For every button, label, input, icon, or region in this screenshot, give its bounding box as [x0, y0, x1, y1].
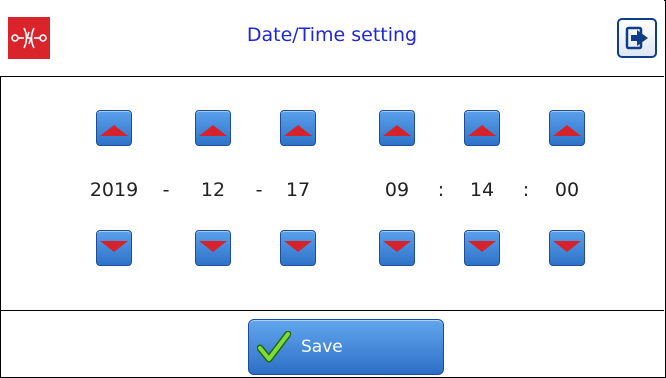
arrow-up-icon [284, 124, 312, 136]
month-value: 12 [200, 179, 226, 201]
header-bar: Date/Time setting [0, 0, 664, 77]
arrow-up-icon [553, 124, 581, 136]
save-button[interactable]: Save [248, 319, 444, 375]
arrow-down-icon [199, 240, 227, 252]
footer-divider [0, 310, 664, 311]
exit-icon [625, 26, 648, 50]
day-value: 17 [285, 179, 311, 201]
second-value: 00 [554, 179, 580, 201]
month-down-button[interactable] [195, 230, 231, 266]
minute-down-button[interactable] [464, 230, 500, 266]
minute-up-button[interactable] [464, 110, 500, 146]
exit-button[interactable] [617, 18, 657, 58]
arrow-down-icon [100, 240, 128, 252]
arrow-up-icon [383, 124, 411, 136]
date-separator: - [162, 179, 170, 201]
day-up-button[interactable] [280, 110, 316, 146]
hour-value: 09 [384, 179, 410, 201]
arrow-up-icon [468, 124, 496, 136]
arrow-up-icon [199, 124, 227, 136]
arrow-down-icon [383, 240, 411, 252]
arrow-down-icon [468, 240, 496, 252]
time-separator: : [522, 179, 530, 201]
time-separator: : [437, 179, 445, 201]
year-value: 2019 [89, 179, 139, 201]
day-down-button[interactable] [280, 230, 316, 266]
month-up-button[interactable] [195, 110, 231, 146]
minute-value: 14 [469, 179, 495, 201]
save-button-label: Save [301, 337, 343, 357]
second-up-button[interactable] [549, 110, 585, 146]
arrow-down-icon [284, 240, 312, 252]
hour-down-button[interactable] [379, 230, 415, 266]
arrow-down-icon [553, 240, 581, 252]
second-down-button[interactable] [549, 230, 585, 266]
year-down-button[interactable] [96, 230, 132, 266]
arrow-up-icon [100, 124, 128, 136]
hour-up-button[interactable] [379, 110, 415, 146]
checkmark-icon [257, 331, 291, 363]
date-separator: - [255, 179, 263, 201]
year-up-button[interactable] [96, 110, 132, 146]
page-title: Date/Time setting [246, 24, 418, 46]
